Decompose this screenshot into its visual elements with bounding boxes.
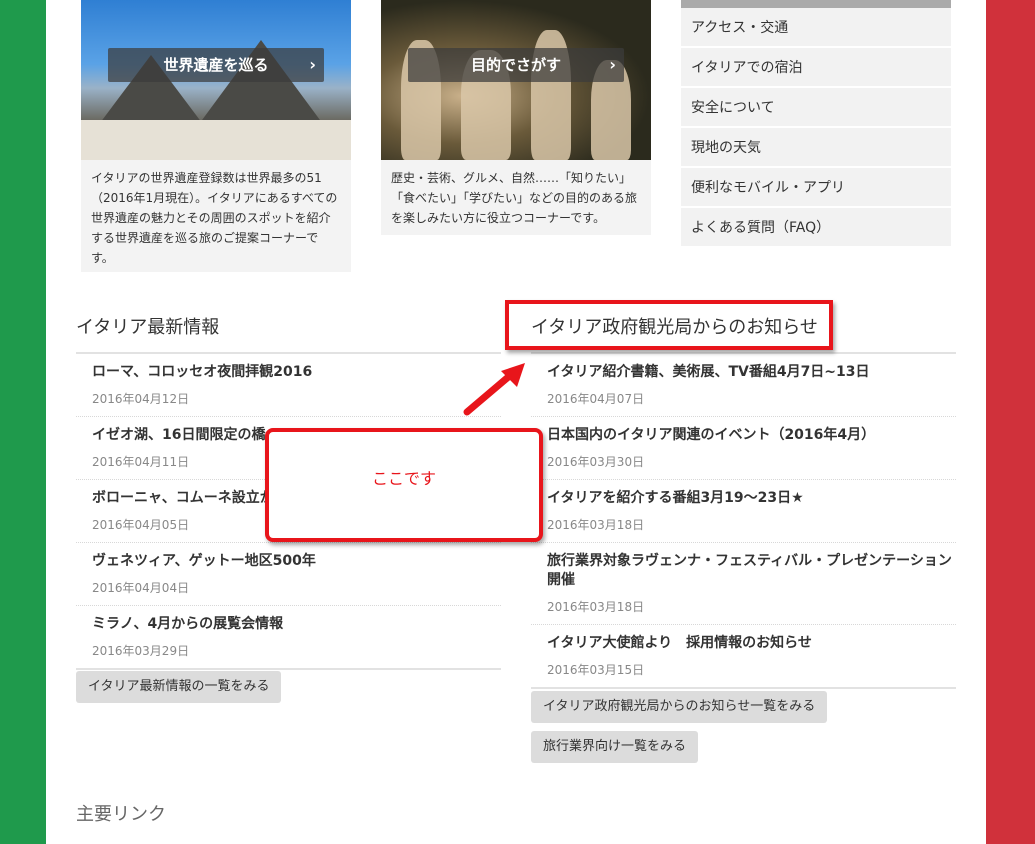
news-date: 2016年04月12日 <box>92 392 190 406</box>
notice-date: 2016年03月18日 <box>547 600 645 614</box>
notice-date: 2016年03月15日 <box>547 663 645 677</box>
side-menu: アクセス・交通 イタリアでの宿泊 安全について 現地の天気 便利なモバイル・アプ… <box>681 0 951 248</box>
side-menu-item-weather[interactable]: 現地の天気 <box>681 128 951 166</box>
annotation-arrow-icon <box>463 363 525 416</box>
world-heritage-banner-label: 世界遺産を巡る <box>163 56 269 74</box>
chevron-right-icon: › <box>609 55 616 74</box>
notice-item[interactable]: イタリア大使館より 採用情報のお知らせ 2016年03月15日 <box>531 625 956 689</box>
purpose-search-desc: 歴史・芸術、グルメ、自然……「知りたい」「食べたい」「学びたい」などの目的のある… <box>391 171 638 225</box>
trullo-wall <box>81 120 351 160</box>
latest-news-title: イタリア最新情報 <box>76 317 220 338</box>
world-heritage-card[interactable]: 世界遺産を巡る › イタリアの世界遺産登録数は世界最多の51（2016年1月現在… <box>81 0 351 272</box>
news-date: 2016年04月04日 <box>92 581 190 595</box>
side-menu-header-bar <box>681 0 951 8</box>
news-title[interactable]: ローマ、コロッセオ夜間拝観2016 <box>92 354 501 382</box>
latest-news-more-button[interactable]: イタリア最新情報の一覧をみる <box>76 671 282 703</box>
news-title[interactable]: ヴェネツィア、ゲットー地区500年 <box>92 543 501 571</box>
side-menu-item-mobile-apps[interactable]: 便利なモバイル・アプリ <box>681 168 951 206</box>
notice-title[interactable]: イタリア紹介書籍、美術展、TV番組4月7日~13日 <box>547 354 956 382</box>
side-menu-item-faq[interactable]: よくある質問（FAQ） <box>681 208 951 246</box>
notices-list: イタリア紹介書籍、美術展、TV番組4月7日~13日 2016年04月07日 日本… <box>531 354 956 689</box>
side-menu-item-safety[interactable]: 安全について <box>681 88 951 126</box>
flag-stripe-red <box>986 0 1035 844</box>
notice-title[interactable]: 旅行業界対象ラヴェンナ・フェスティバル・プレゼンテーション開催 <box>547 543 956 590</box>
notice-title[interactable]: イタリアを紹介する番組3月19〜23日★ <box>547 480 956 508</box>
side-menu-item-access[interactable]: アクセス・交通 <box>681 8 951 46</box>
world-heritage-banner[interactable]: 世界遺産を巡る › <box>108 48 324 82</box>
world-heritage-desc: イタリアの世界遺産登録数は世界最多の51（2016年1月現在）。イタリアにあるす… <box>91 171 338 265</box>
notice-title[interactable]: 日本国内のイタリア関連のイベント（2016年4月） <box>547 417 956 445</box>
news-date: 2016年03月29日 <box>92 644 190 658</box>
notice-item[interactable]: イタリア紹介書籍、美術展、TV番組4月7日~13日 2016年04月07日 <box>531 354 956 417</box>
notice-date: 2016年03月30日 <box>547 455 645 469</box>
purpose-search-banner-label: 目的でさがす <box>470 56 561 74</box>
notice-date: 2016年04月07日 <box>547 392 645 406</box>
purpose-search-card[interactable]: 目的でさがす › 歴史・芸術、グルメ、自然……「知りたい」「食べたい」「学びたい… <box>381 0 651 235</box>
notice-item[interactable]: 旅行業界対象ラヴェンナ・フェスティバル・プレゼンテーション開催 2016年03月… <box>531 543 956 625</box>
trulli-photo: 世界遺産を巡る › <box>81 0 351 160</box>
primavera-painting: 目的でさがす › <box>381 0 651 160</box>
notice-item[interactable]: 日本国内のイタリア関連のイベント（2016年4月） 2016年03月30日 <box>531 417 956 480</box>
notice-date: 2016年03月18日 <box>547 518 645 532</box>
latest-news-item[interactable]: ヴェネツィア、ゲットー地区500年 2016年04月04日 <box>76 543 501 606</box>
news-title[interactable]: ミラノ、4月からの展覧会情報 <box>92 606 501 634</box>
chevron-right-icon: › <box>309 55 316 74</box>
annotation-callout: ここです <box>265 428 543 542</box>
main-links-title: 主要リンク <box>76 804 166 825</box>
notice-item[interactable]: イタリアを紹介する番組3月19〜23日★ 2016年03月18日 <box>531 480 956 543</box>
notices-title: イタリア政府観光局からのお知らせ <box>531 317 818 338</box>
purpose-search-banner[interactable]: 目的でさがす › <box>408 48 624 82</box>
notices-more-button[interactable]: イタリア政府観光局からのお知らせ一覧をみる <box>531 691 828 723</box>
flag-stripe-green <box>0 0 46 844</box>
trade-list-button[interactable]: 旅行業界向け一覧をみる <box>531 731 699 763</box>
latest-news-item[interactable]: ローマ、コロッセオ夜間拝観2016 2016年04月12日 <box>76 354 501 417</box>
notice-title[interactable]: イタリア大使館より 採用情報のお知らせ <box>547 625 956 653</box>
side-menu-item-lodging[interactable]: イタリアでの宿泊 <box>681 48 951 86</box>
latest-news-item[interactable]: ミラノ、4月からの展覧会情報 2016年03月29日 <box>76 606 501 670</box>
notices-title-highlight: イタリア政府観光局からのお知らせ <box>505 300 833 350</box>
